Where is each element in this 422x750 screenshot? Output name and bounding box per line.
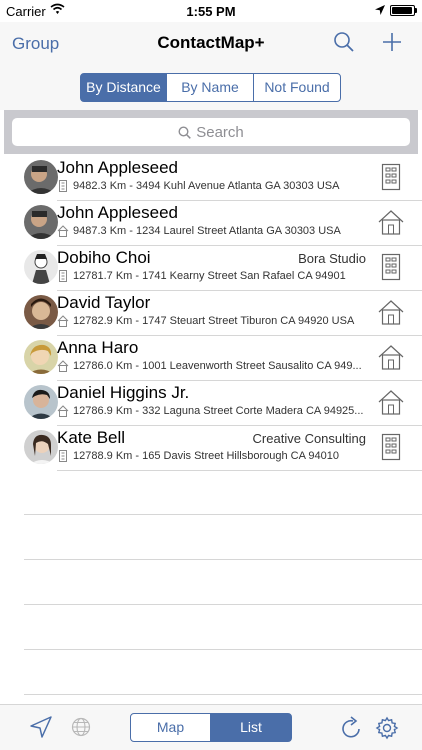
plus-icon[interactable] [381, 31, 403, 53]
home-icon[interactable] [377, 298, 405, 326]
bottom-toolbar: Map List [0, 704, 422, 750]
empty-row-divider [24, 694, 422, 695]
search-input[interactable]: Search [12, 118, 410, 146]
home-icon[interactable] [377, 208, 405, 236]
contact-distance-address: 12786.0 Km - 1001 Leavenworth Street Sau… [73, 360, 362, 372]
contact-company: Creative Consulting [252, 431, 366, 446]
contact-distance-address: 9487.3 Km - 1234 Laurel Street Atlanta G… [73, 225, 341, 237]
contact-row[interactable]: Anna Haro 12786.0 Km - 1001 Leavenworth … [0, 336, 422, 381]
empty-row-divider [24, 649, 422, 650]
building-small-icon [59, 270, 67, 282]
building-small-icon [59, 450, 67, 462]
contact-distance-address: 12782.9 Km - 1747 Steuart Street Tiburon… [73, 315, 355, 327]
contact-name: John Appleseed [57, 158, 178, 177]
contact-name: John Appleseed [57, 203, 178, 222]
contact-row[interactable]: David Taylor 12782.9 Km - 1747 Steuart S… [0, 291, 422, 336]
building-small-icon [59, 180, 67, 192]
home-small-icon [57, 315, 69, 327]
row-divider [57, 470, 422, 471]
tab-by-distance[interactable]: By Distance [80, 73, 167, 102]
navigation-bar: Group ContactMap+ [0, 22, 422, 66]
tab-not-found[interactable]: Not Found [253, 73, 341, 102]
avatar [24, 295, 58, 329]
location-services-icon [375, 5, 385, 15]
avatar [24, 205, 58, 239]
contact-name: Anna Haro [57, 338, 139, 357]
building-icon[interactable] [377, 253, 405, 281]
list-view-button[interactable]: List [210, 713, 292, 742]
contact-list: John Appleseed 9482.3 Km - 3494 Kuhl Ave… [0, 156, 422, 704]
contact-name: Daniel Higgins Jr. [57, 383, 190, 402]
refresh-icon[interactable] [341, 716, 363, 740]
avatar [24, 340, 58, 374]
battery-tip [415, 8, 417, 13]
sort-segmented-control: By Distance By Name Not Found [0, 66, 422, 110]
contact-name: Dobiho Choi [57, 248, 151, 267]
search-placeholder: Search [196, 124, 244, 141]
location-arrow-icon[interactable] [30, 716, 52, 738]
empty-row-divider [24, 514, 422, 515]
contact-row[interactable]: John Appleseed 9487.3 Km - 1234 Laurel S… [0, 201, 422, 246]
building-icon[interactable] [377, 433, 405, 461]
contact-company: Bora Studio [298, 251, 366, 266]
status-bar: Carrier 1:55 PM [0, 0, 422, 22]
contact-name: David Taylor [57, 293, 151, 312]
empty-row-divider [24, 559, 422, 560]
home-small-icon [57, 405, 69, 417]
gear-icon[interactable] [375, 716, 399, 740]
page-title: ContactMap+ [157, 33, 265, 52]
contact-row[interactable]: John Appleseed 9482.3 Km - 3494 Kuhl Ave… [0, 156, 422, 201]
home-icon[interactable] [377, 343, 405, 371]
search-icon[interactable] [333, 31, 355, 53]
building-icon[interactable] [377, 163, 405, 191]
tab-by-name[interactable]: By Name [166, 73, 254, 102]
contact-distance-address: 9482.3 Km - 3494 Kuhl Avenue Atlanta GA … [73, 180, 340, 192]
search-field-icon [178, 126, 192, 139]
home-small-icon [57, 360, 69, 372]
contact-distance-address: 12781.7 Km - 1741 Kearny Street San Rafa… [73, 270, 346, 282]
contact-row[interactable]: Dobiho Choi Bora Studio 12781.7 Km - 174… [0, 246, 422, 291]
contact-name: Kate Bell [57, 428, 126, 447]
map-view-button[interactable]: Map [130, 713, 211, 742]
contact-row[interactable]: Daniel Higgins Jr. 12786.9 Km - 332 Lagu… [0, 381, 422, 426]
avatar [24, 430, 58, 464]
home-small-icon [57, 225, 69, 237]
empty-row-divider [24, 604, 422, 605]
search-bar: Search [4, 110, 418, 154]
home-icon[interactable] [377, 388, 405, 416]
status-time: 1:55 PM [186, 4, 236, 19]
avatar [24, 250, 58, 284]
battery-icon [390, 5, 415, 16]
avatar [24, 385, 58, 419]
contact-row[interactable]: Kate Bell Creative Consulting 12788.9 Km… [0, 426, 422, 471]
contact-distance-address: 12788.9 Km - 165 Davis Street Hillsborou… [73, 450, 339, 462]
contact-distance-address: 12786.9 Km - 332 Laguna Street Corte Mad… [73, 405, 364, 417]
avatar [24, 160, 58, 194]
globe-icon[interactable] [71, 717, 91, 737]
